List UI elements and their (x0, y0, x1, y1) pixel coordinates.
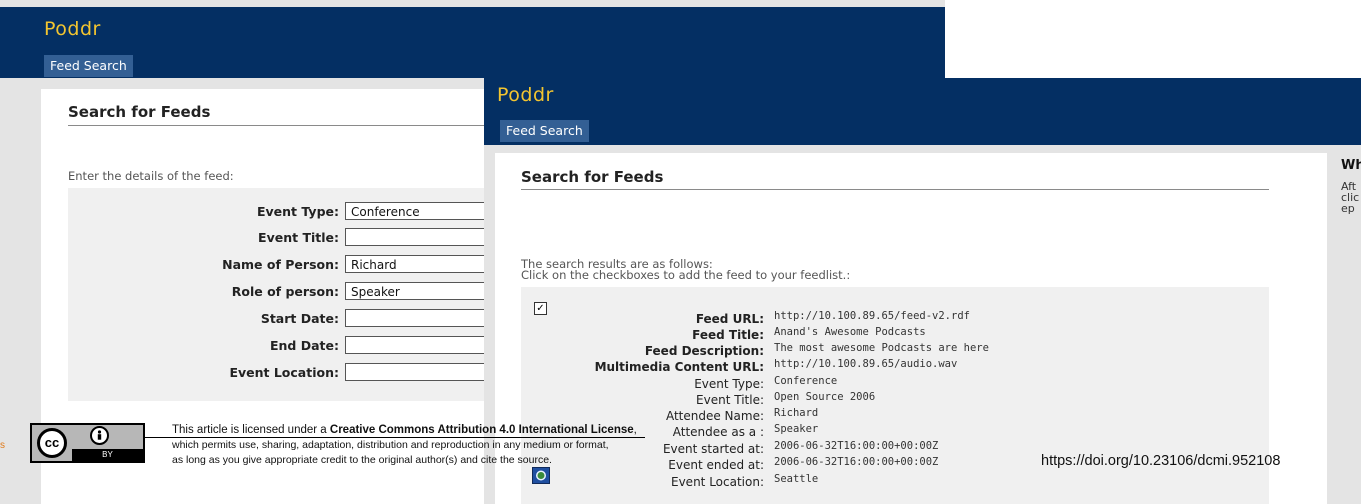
search-result-card: ✓ Feed URL: http://10.100.89.65/feed-v2.r… (521, 287, 1269, 504)
cc-logo-icon: cc (37, 428, 67, 458)
result-key: Multimedia Content URL: (594, 360, 764, 374)
front-screenshot: Poddr Feed Search Search for Feeds The s… (484, 78, 1361, 504)
result-value: Anand's Awesome Podcasts (774, 326, 926, 338)
globe-icon[interactable] (532, 467, 550, 484)
sidebar-text-line: ep (1341, 202, 1355, 215)
license-link[interactable]: Creative Commons Attribution 4.0 Interna… (330, 424, 634, 436)
back-tab-feed-search[interactable]: Feed Search (44, 55, 133, 77)
license-line-1: This article is licensed under a Creativ… (172, 424, 637, 436)
form-label-event-title: Event Title: (258, 230, 339, 245)
person-name-input[interactable]: Richard (345, 255, 498, 273)
license-line-3: as long as you give appropriate credit t… (172, 454, 552, 466)
result-value: 2006-06-32T16:00:00+00:00Z (774, 440, 939, 452)
result-key: Event Type: (694, 377, 764, 391)
sidebar-text: Aft clic ep (1341, 181, 1359, 214)
result-value: http://10.100.89.65/audio.wav (774, 358, 958, 370)
result-value: http://10.100.89.65/feed-v2.rdf (774, 310, 970, 322)
sidebar-heading: Wh (1341, 158, 1361, 173)
result-key: Feed Title: (692, 328, 764, 342)
license-underline (145, 437, 645, 438)
front-brand-logo: Poddr (497, 84, 554, 106)
result-value: The most awesome Podcasts are here (774, 342, 989, 354)
result-key: Event started at: (662, 442, 764, 456)
result-key: Attendee Name: (665, 409, 764, 423)
license-text: This article is licensed under a (172, 424, 330, 436)
end-date-input[interactable] (345, 336, 498, 354)
form-label-person-role: Role of person: (231, 284, 339, 299)
attribution-person-icon (90, 426, 109, 445)
result-value: Richard (774, 407, 819, 419)
front-title-rule (521, 189, 1269, 190)
front-content-panel: Search for Feeds The search results are … (495, 153, 1327, 504)
result-key: Attendee as a : (672, 425, 764, 439)
back-search-form: Event Type: Conference Event Title: Name… (68, 188, 498, 401)
front-page-title: Search for Feeds (521, 168, 664, 186)
cc-logo-text: cc (44, 435, 60, 450)
event-location-input[interactable] (345, 363, 498, 381)
form-label-end-date: End Date: (269, 338, 339, 353)
result-key: Event Title: (696, 393, 764, 407)
result-value: Seattle (774, 473, 819, 485)
result-value: Open Source 2006 (774, 391, 876, 403)
result-key: Event Location: (671, 475, 764, 489)
back-brand-logo: Poddr (44, 18, 101, 40)
back-title-rule (68, 125, 498, 126)
result-key: Feed URL: (695, 312, 764, 326)
back-page-title: Search for Feeds (68, 103, 211, 121)
results-intro-line2: Click on the checkboxes to add the feed … (521, 268, 851, 282)
by-label: BY (72, 449, 143, 461)
result-key: Event ended at: (668, 458, 764, 472)
front-tab-feed-search[interactable]: Feed Search (500, 120, 589, 142)
result-key: Feed Description: (644, 344, 764, 358)
add-feed-checkbox[interactable]: ✓ (534, 302, 547, 315)
form-label-person-name: Name of Person: (222, 257, 339, 272)
back-header-bar: Poddr Feed Search (0, 7, 945, 78)
cc-by-badge[interactable]: cc BY (30, 423, 145, 463)
result-value: Speaker (774, 423, 819, 435)
form-label-event-location: Event Location: (229, 365, 339, 380)
by-label-text: BY (102, 450, 113, 459)
event-title-input[interactable] (345, 228, 498, 246)
person-role-input[interactable]: Speaker (345, 282, 498, 300)
doi-link[interactable]: https://doi.org/10.23106/dcmi.952108 (1041, 453, 1280, 469)
license-line-2: which permits use, sharing, adaptation, … (172, 439, 609, 451)
form-label-start-date: Start Date: (260, 311, 339, 326)
start-date-input[interactable] (345, 309, 498, 327)
result-value: Conference (774, 375, 838, 387)
form-label-event-type: Event Type: (256, 204, 339, 219)
license-text: , (633, 424, 637, 436)
front-header-bar: Poddr Feed Search (484, 78, 1361, 145)
edge-letter: s (0, 440, 5, 451)
event-type-input[interactable]: Conference (345, 202, 498, 220)
result-value: 2006-06-32T16:00:00+00:00Z (774, 456, 939, 468)
back-intro-text: Enter the details of the feed: (68, 169, 234, 183)
